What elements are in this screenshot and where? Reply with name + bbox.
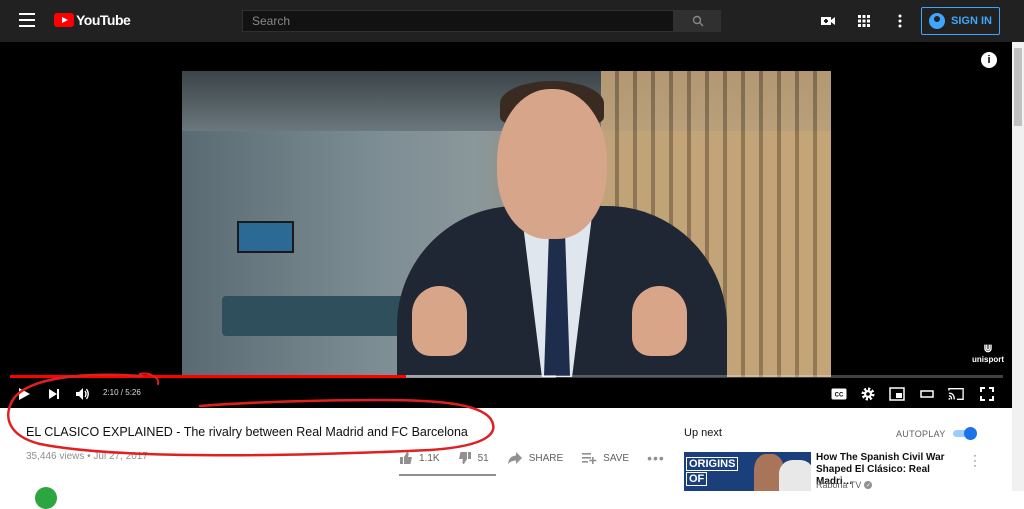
search-button[interactable] xyxy=(674,10,721,32)
thumbnail-player-2 xyxy=(779,460,811,491)
captions-icon[interactable]: CC xyxy=(830,386,847,402)
recommendation-menu-icon[interactable]: · · · xyxy=(972,449,978,471)
video-title: EL CLASICO EXPLAINED - The rivalry betwe… xyxy=(26,425,468,439)
fullscreen-icon[interactable] xyxy=(979,386,995,402)
apps-icon[interactable] xyxy=(856,13,872,29)
video-meta: 35,446 views • Jul 27, 2017 xyxy=(26,451,148,462)
save-label: SAVE xyxy=(603,452,630,464)
info-icon[interactable]: i xyxy=(981,52,997,68)
next-icon[interactable] xyxy=(46,386,62,402)
toggle-knob xyxy=(964,427,977,440)
sign-in-label: SIGN IN xyxy=(951,15,992,27)
video-info-section: EL CLASICO EXPLAINED - The rivalry betwe… xyxy=(0,408,1012,509)
scene-right-hand xyxy=(632,286,687,356)
dislike-count: 51 xyxy=(477,452,489,464)
more-actions-button[interactable]: ••• xyxy=(647,450,665,466)
channel-avatar[interactable] xyxy=(35,487,57,509)
thumbnail-text: ORIGINS OF xyxy=(686,457,739,487)
dislike-button[interactable]: 51 xyxy=(458,451,489,465)
autoplay-label: AUTOPLAY xyxy=(896,429,946,439)
search-input[interactable]: Search xyxy=(242,10,674,32)
up-next-heading: Up next xyxy=(684,427,722,439)
thumbnail-text-2: OF xyxy=(686,472,708,486)
thumb-down-icon xyxy=(458,452,471,464)
playlist-add-icon xyxy=(582,453,597,464)
scene-head xyxy=(497,89,607,239)
thumb-up-icon xyxy=(400,452,412,464)
recommended-video-channel[interactable]: Rabona TV ✓ xyxy=(816,480,873,490)
progress-fill xyxy=(10,375,407,378)
thumbnail-text-1: ORIGINS xyxy=(686,457,739,471)
share-button[interactable]: SHARE xyxy=(507,451,563,465)
watermark-logo-icon: ⋓ xyxy=(983,343,993,355)
channel-name: Rabona TV xyxy=(816,480,862,490)
share-icon xyxy=(507,452,522,464)
settings-icon[interactable] xyxy=(860,386,876,402)
create-video-icon[interactable] xyxy=(820,13,836,29)
share-label: SHARE xyxy=(528,452,564,464)
progress-bar[interactable] xyxy=(10,375,1003,378)
channel-watermark[interactable]: ⋓ unisport xyxy=(971,342,1005,364)
video-frame[interactable] xyxy=(182,71,831,377)
sentiment-bar xyxy=(399,474,496,476)
time-display: 2:10 / 5:26 xyxy=(103,388,141,397)
autoplay-toggle[interactable] xyxy=(951,427,977,440)
watermark-text: unisport xyxy=(972,355,1004,364)
recommended-video-thumbnail[interactable]: ORIGINS OF xyxy=(684,452,811,491)
scene-pool-table xyxy=(222,296,412,336)
more-vert-icon[interactable] xyxy=(892,13,908,29)
scrollbar-thumb[interactable] xyxy=(1014,48,1022,126)
cast-icon[interactable] xyxy=(948,386,964,402)
volume-icon[interactable] xyxy=(75,386,91,402)
play-icon[interactable] xyxy=(16,386,32,402)
video-player[interactable]: i ⋓ unisport 2:10 / 5:26 CC xyxy=(0,42,1012,408)
svg-text:CC: CC xyxy=(834,393,843,399)
verified-icon: ✓ xyxy=(864,481,873,489)
youtube-logo-icon xyxy=(54,13,74,27)
scene-tv xyxy=(237,221,294,253)
top-bar: YouTube Search SIGN IN xyxy=(0,0,1024,42)
miniplayer-icon[interactable] xyxy=(889,386,905,402)
menu-icon[interactable] xyxy=(19,13,35,27)
theater-icon[interactable] xyxy=(919,386,935,402)
account-circle-icon xyxy=(929,13,946,29)
like-count: 1.1K xyxy=(419,452,440,464)
video-actions: 1.1K 51 SHARE SAVE ••• xyxy=(399,450,665,466)
page-scrollbar[interactable] xyxy=(1012,42,1024,491)
logo-text: YouTube xyxy=(76,12,131,28)
save-button[interactable]: SAVE xyxy=(581,451,629,465)
player-controls: 2:10 / 5:26 CC xyxy=(0,382,1012,408)
youtube-logo[interactable]: YouTube xyxy=(54,12,131,28)
search-icon xyxy=(692,15,703,27)
scene-left-hand xyxy=(412,286,467,356)
like-button[interactable]: 1.1K xyxy=(399,451,440,465)
sign-in-button[interactable]: SIGN IN xyxy=(921,7,1000,35)
